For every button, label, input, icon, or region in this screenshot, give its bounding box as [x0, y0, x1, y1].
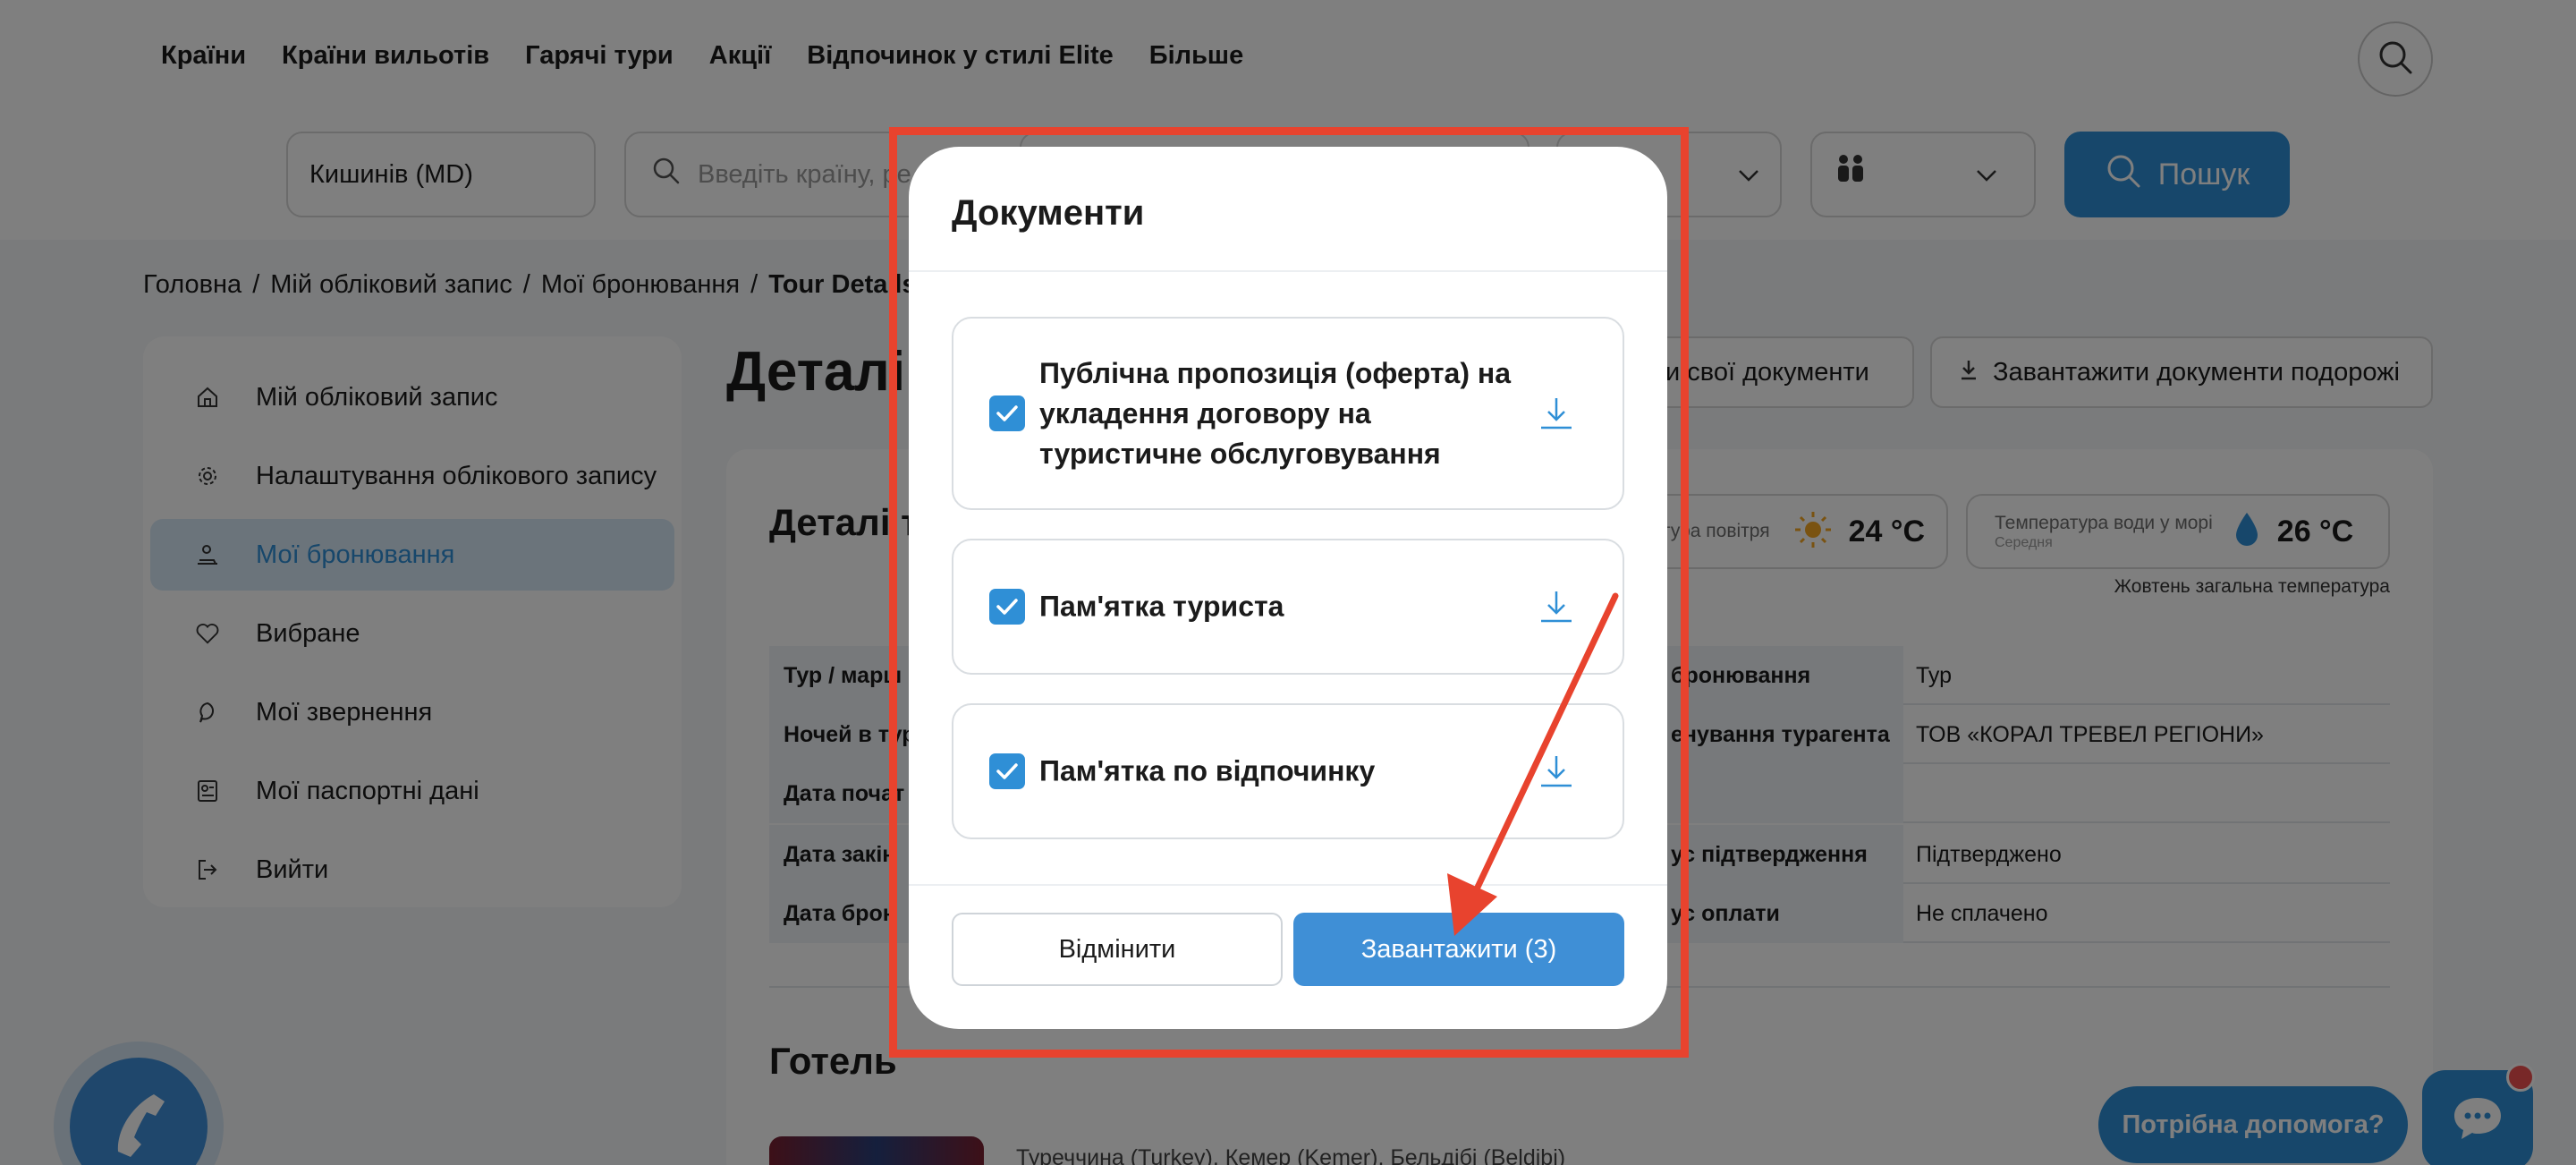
document-label: Пам'ятка по відпочинку — [1039, 754, 1376, 787]
download-selected-button[interactable]: Завантажити (3) — [1293, 913, 1624, 986]
download-icon[interactable] — [1537, 394, 1576, 433]
document-checkbox[interactable] — [989, 753, 1025, 789]
document-checkbox[interactable] — [989, 395, 1025, 431]
download-icon[interactable] — [1537, 752, 1576, 791]
download-icon[interactable] — [1537, 587, 1576, 626]
document-item-vacation-memo[interactable]: Пам'ятка по відпочинку — [952, 703, 1624, 839]
document-item-tourist-memo[interactable]: Пам'ятка туриста — [952, 539, 1624, 675]
modal-header: Документи — [909, 147, 1667, 272]
document-item-offer[interactable]: Публічна пропозиція (оферта) на укладенн… — [952, 317, 1624, 510]
document-checkbox[interactable] — [989, 589, 1025, 625]
documents-modal: Документи Публічна пропозиція (оферта) н… — [909, 147, 1667, 1029]
document-label: Публічна пропозиція (оферта) на укладенн… — [1039, 356, 1511, 470]
cancel-button[interactable]: Відмінити — [952, 913, 1283, 986]
document-label: Пам'ятка туриста — [1039, 590, 1284, 623]
modal-title: Документи — [952, 193, 1145, 233]
